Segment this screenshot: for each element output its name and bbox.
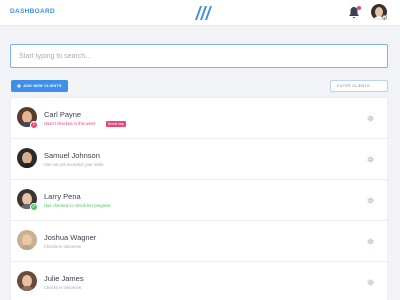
client-name[interactable]: Joshua Wagner — [44, 233, 96, 242]
page-title[interactable]: DASHBOARD — [10, 8, 55, 15]
top-bar: DASHBOARD ▾ — [0, 0, 400, 26]
gear-icon[interactable] — [367, 279, 374, 286]
search-input[interactable] — [10, 44, 388, 68]
gear-icon[interactable] — [367, 156, 374, 163]
filter-clients-label: FILTER CLIENTS — [337, 84, 370, 88]
check-icon: ✓ — [30, 203, 38, 211]
gear-icon[interactable] — [367, 197, 374, 204]
client-name[interactable]: Carl Payne — [44, 110, 81, 119]
gear-icon[interactable] — [367, 115, 374, 122]
client-row[interactable]: Joshua Wagner Checks in tomorrow — [11, 221, 387, 262]
client-status-text: Has not yet accepted your invite — [44, 162, 104, 167]
gear-icon[interactable] — [367, 238, 374, 245]
chevron-down-icon[interactable]: ▾ — [382, 15, 387, 20]
client-avatar — [17, 230, 37, 250]
client-avatar — [17, 271, 37, 291]
client-row[interactable]: Julie James Checks in tomorrow — [11, 262, 387, 300]
filter-clients-dropdown[interactable]: FILTER CLIENTS — [330, 80, 388, 92]
add-new-clients-button[interactable]: ADD NEW CLIENTS — [11, 80, 68, 92]
client-status-text: Hasn't checked in this week — [44, 121, 96, 126]
client-status-text: Checks in tomorrow — [44, 285, 82, 290]
triple-slash-logo-icon — [195, 6, 212, 20]
client-list: ! Carl Payne Hasn't checked in this week… — [11, 98, 387, 300]
client-name[interactable]: Julie James — [44, 274, 84, 283]
plus-icon — [17, 84, 22, 88]
needs-help-badge: Needs help — [106, 120, 127, 127]
notification-dot — [357, 6, 361, 10]
client-name[interactable]: Samuel Johnson — [44, 151, 100, 160]
add-new-clients-label: ADD NEW CLIENTS — [23, 84, 62, 88]
client-row[interactable]: ! Carl Payne Hasn't checked in this week… — [11, 98, 387, 139]
alert-icon: ! — [30, 121, 38, 129]
client-row[interactable]: ✓ Larry Pena Has checked in! check her p… — [11, 180, 387, 221]
client-status-text: Checks in tomorrow — [44, 244, 82, 249]
client-avatar — [17, 148, 37, 168]
client-name[interactable]: Larry Pena — [44, 192, 81, 201]
client-row[interactable]: Samuel Johnson Has not yet accepted your… — [11, 139, 387, 180]
client-status-text: Has checked in! check her progress — [44, 203, 111, 208]
